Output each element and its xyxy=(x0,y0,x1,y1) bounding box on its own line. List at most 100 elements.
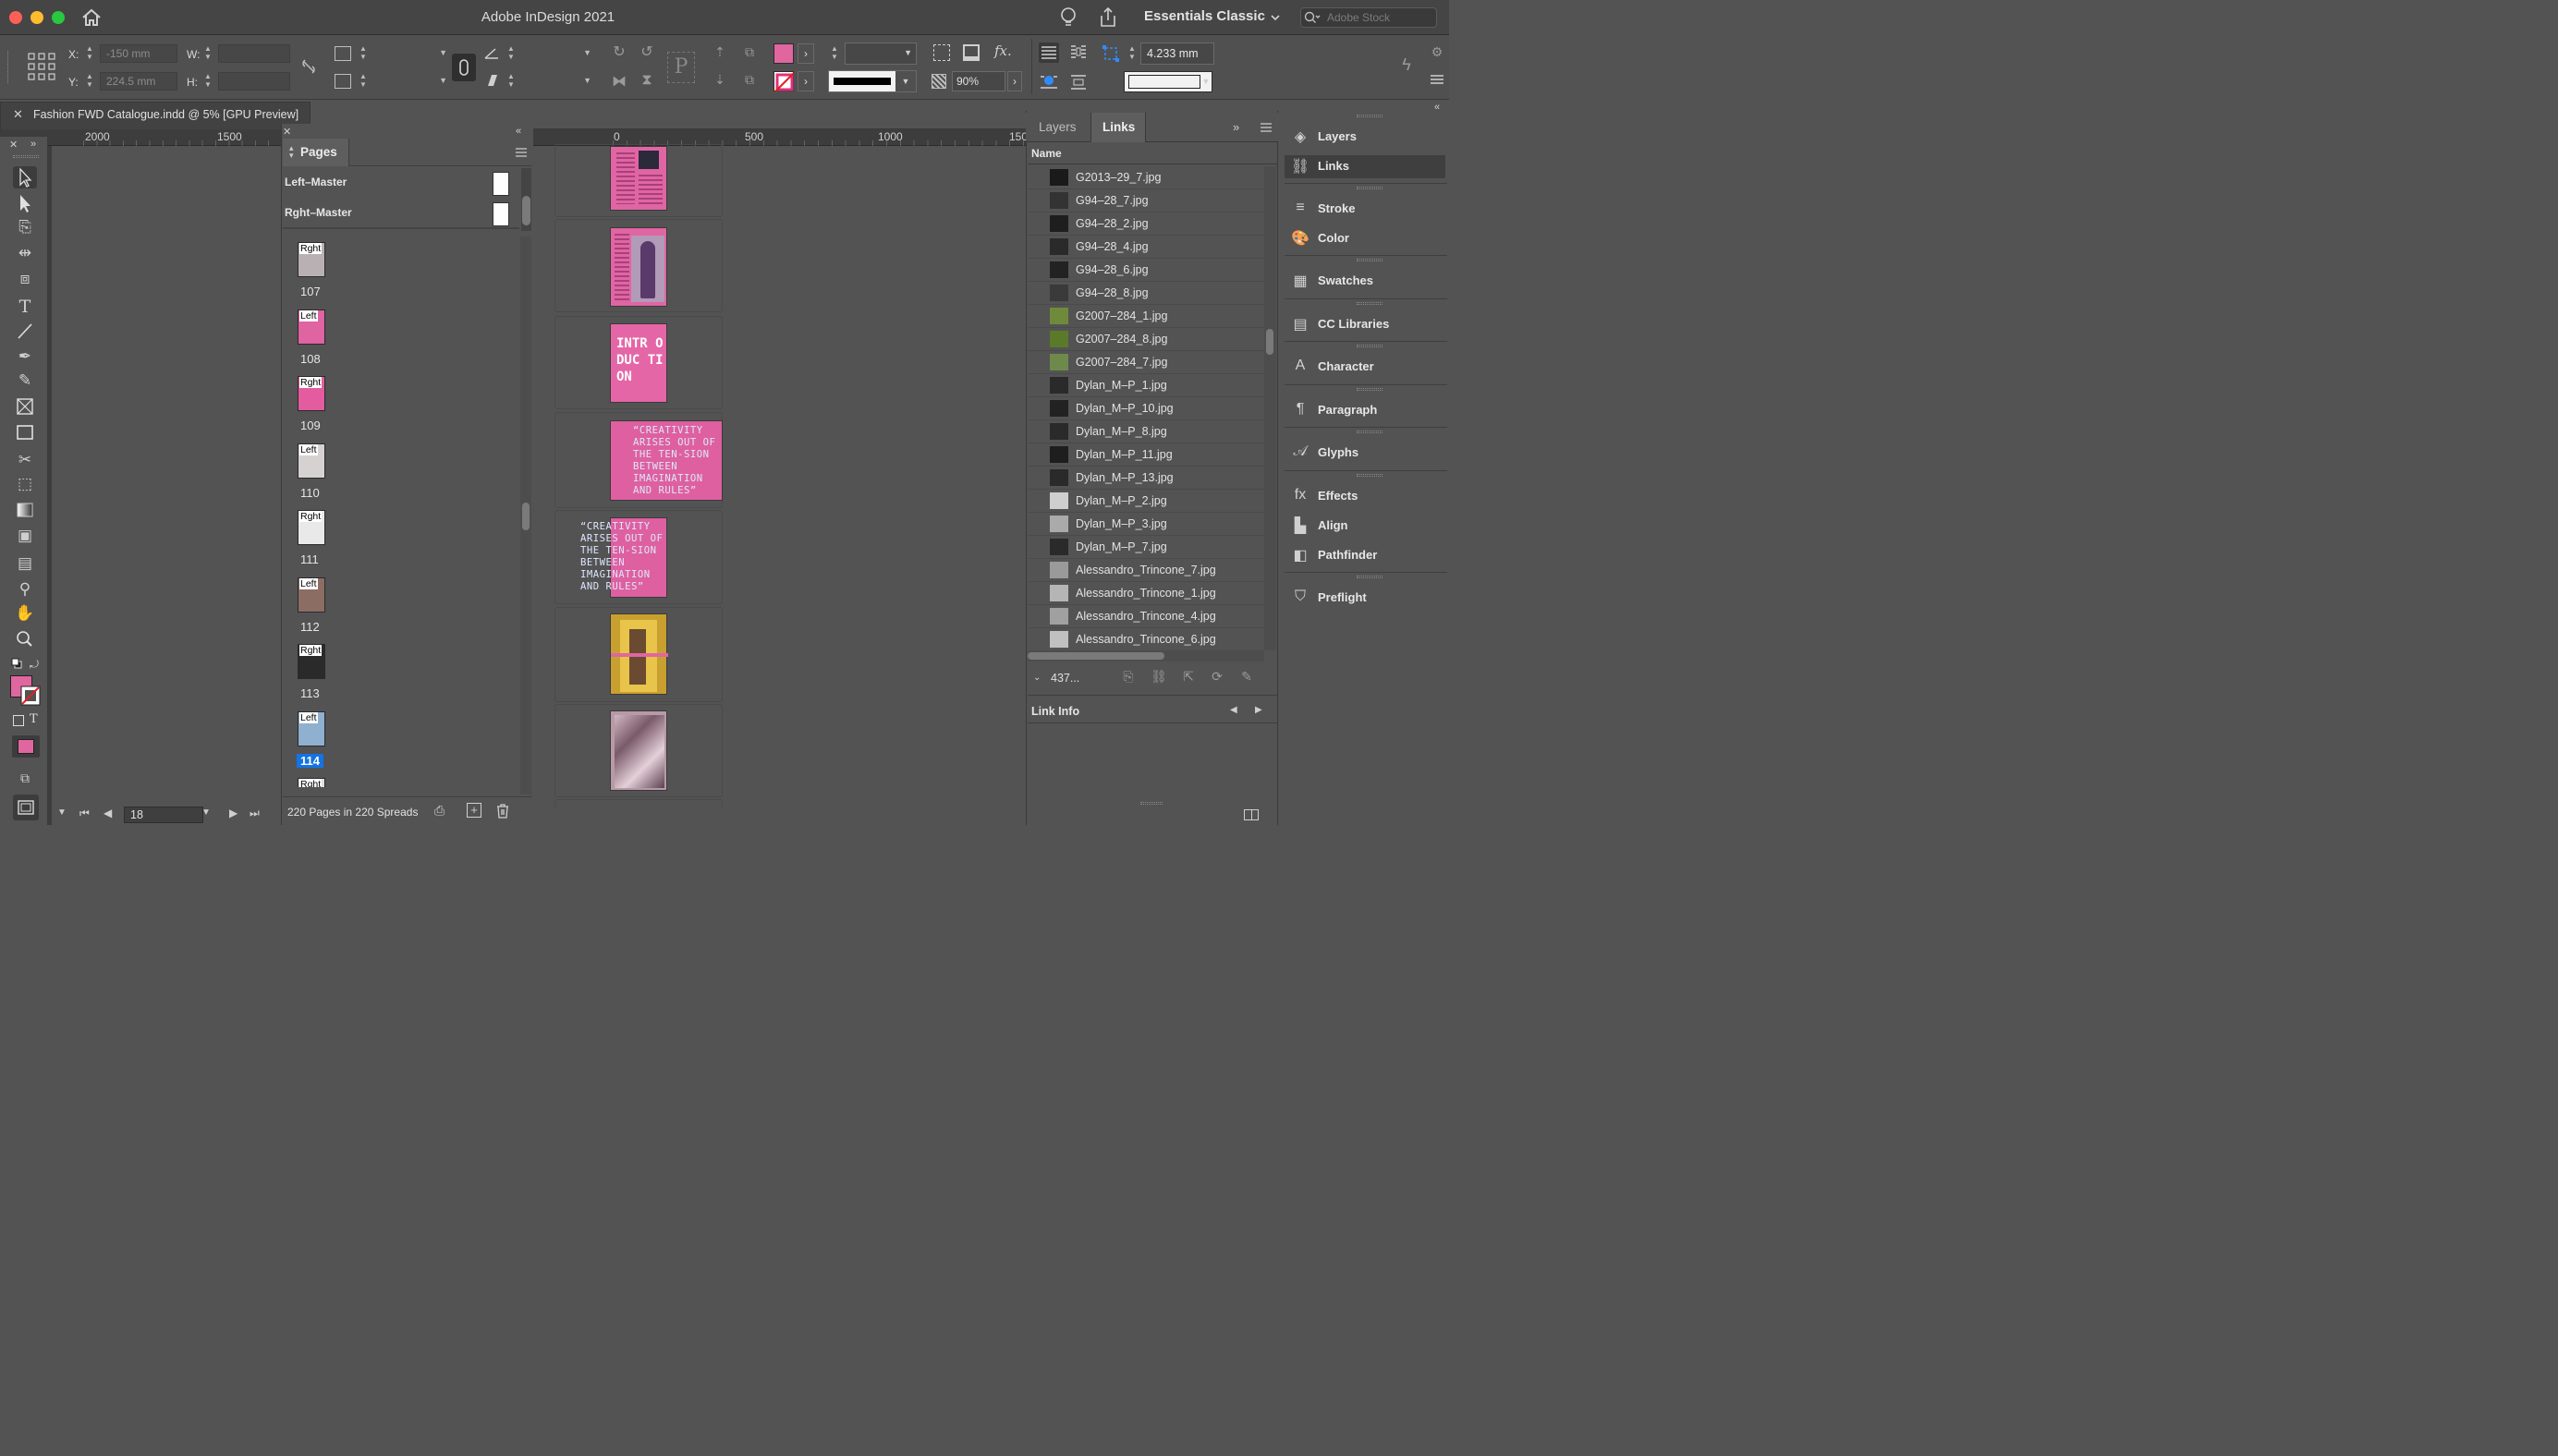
opacity-field[interactable]: 90% xyxy=(952,71,1005,91)
link-row[interactable]: G94–28_8.jpg xyxy=(1028,282,1264,305)
rotate-counterclockwise-icon[interactable]: ↺ xyxy=(638,42,656,63)
next-page-icon[interactable]: ▶ xyxy=(229,807,240,821)
first-page-icon[interactable]: ⏮ xyxy=(79,807,92,821)
rotate-stepper[interactable]: ▲ ▼ xyxy=(506,44,516,61)
pen-tool-icon[interactable]: ✒ xyxy=(13,346,37,368)
link-row[interactable]: Dylan_M–P_3.jpg xyxy=(1028,513,1264,536)
collapse-panel-icon[interactable]: « xyxy=(516,126,529,137)
formatting-text-icon[interactable]: T xyxy=(30,712,41,726)
page-thumbnail[interactable]: Left xyxy=(298,309,325,345)
last-page-icon[interactable]: ⏭ xyxy=(250,807,262,821)
link-row[interactable]: G2007–284_8.jpg xyxy=(1028,328,1264,351)
master-label[interactable]: Left–Master xyxy=(285,176,347,188)
dock-item-character[interactable]: A Character xyxy=(1285,356,1445,378)
page-thumbnail[interactable]: Rght xyxy=(298,644,325,679)
previous-link-icon[interactable]: ◀ xyxy=(1230,705,1239,718)
dock-item-layers[interactable]: ◈ Layers xyxy=(1285,126,1445,148)
y-field[interactable]: 224.5 mm xyxy=(100,72,177,91)
link-row[interactable]: G2007–284_1.jpg xyxy=(1028,305,1264,328)
link-row[interactable]: G2007–284_7.jpg xyxy=(1028,351,1264,374)
spread[interactable] xyxy=(554,799,723,808)
dock-item-effects[interactable]: fx Effects xyxy=(1285,485,1445,507)
formatting-container-icon[interactable] xyxy=(13,715,24,726)
w-stepper[interactable]: ▲ ▼ xyxy=(203,44,213,61)
rotate-angle-icon[interactable] xyxy=(484,46,499,59)
gradient-swatch-tool-icon[interactable] xyxy=(13,499,37,521)
apply-color-icon[interactable] xyxy=(12,735,40,758)
page-thumbnail[interactable] xyxy=(610,613,668,695)
gradient-feather-tool-icon[interactable]: ▣ xyxy=(13,525,37,547)
fill-swatch[interactable] xyxy=(773,43,794,64)
lightbulb-icon[interactable] xyxy=(1059,6,1078,29)
page-thumbnail[interactable]: Rght xyxy=(298,242,325,277)
scale-x-dropdown[interactable]: ▼ xyxy=(370,44,447,63)
dock-item-preflight[interactable]: ⛉ Preflight xyxy=(1285,587,1445,609)
hand-tool-icon[interactable]: ✋ xyxy=(13,602,37,625)
select-previous-icon[interactable]: ⇣ xyxy=(712,72,728,91)
scissors-tool-icon[interactable]: ✂ xyxy=(13,449,37,471)
dock-item-align[interactable]: ▙ Align xyxy=(1285,515,1445,537)
master-thumbnail[interactable] xyxy=(493,202,509,226)
link-row[interactable]: Alessandro_Trincone_1.jpg xyxy=(1028,582,1264,605)
page-thumbnail[interactable]: Rght xyxy=(298,510,325,545)
swap-colors-icon[interactable]: ⤾ xyxy=(30,658,41,671)
edit-original-icon[interactable]: ✎ xyxy=(1236,669,1257,687)
tab-collapse-icon[interactable]: ▴ ▾ xyxy=(289,144,297,160)
line-tool-icon[interactable] xyxy=(13,320,37,342)
panel-group-grip[interactable] xyxy=(1357,431,1383,433)
link-row[interactable]: Alessandro_Trincone_4.jpg xyxy=(1028,605,1264,628)
constrain-proportions-icon[interactable] xyxy=(299,57,318,76)
rectangle-frame-tool-icon[interactable] xyxy=(13,395,37,418)
panel-expand-icon[interactable]: » xyxy=(1233,120,1246,134)
gear-icon[interactable]: ⚙ xyxy=(1429,44,1445,61)
dock-item-pathfinder[interactable]: ◧ Pathfinder xyxy=(1285,544,1445,566)
flip-vertical-icon[interactable]: ⧗ xyxy=(638,72,656,92)
panel-group-grip[interactable] xyxy=(1357,115,1383,117)
free-transform-tool-icon[interactable]: ⬚ xyxy=(13,473,37,495)
link-row[interactable]: Dylan_M–P_7.jpg xyxy=(1028,536,1264,559)
dock-item-links[interactable]: ⛓ Links xyxy=(1285,155,1445,178)
page-item[interactable]: Rght xyxy=(283,778,338,787)
text-wrap-box-icon[interactable] xyxy=(1068,42,1089,63)
masters-scrollbar[interactable] xyxy=(521,168,531,231)
type-tool-icon[interactable]: T xyxy=(13,296,37,318)
trash-icon[interactable] xyxy=(495,803,510,819)
dock-item-glyphs[interactable]: 𝒜 Glyphs xyxy=(1285,442,1445,464)
opacity-icon[interactable] xyxy=(932,74,946,89)
x-field[interactable]: -150 mm xyxy=(100,44,177,63)
link-row[interactable]: G94–28_2.jpg xyxy=(1028,212,1264,236)
gap-tool-icon[interactable]: ⇹ xyxy=(13,242,37,264)
stroke-swatch[interactable] xyxy=(773,71,795,92)
chevron-down-icon[interactable] xyxy=(1270,13,1281,22)
master-label[interactable]: Rght–Master xyxy=(285,206,352,219)
stroke-size-stepper[interactable]: ▲ ▼ xyxy=(1127,44,1137,61)
close-tab-icon[interactable]: ✕ xyxy=(13,107,26,121)
new-page-icon[interactable]: + xyxy=(467,803,481,818)
stroke-color-swatch[interactable] xyxy=(20,686,41,706)
page-tool-icon[interactable]: ⎘ xyxy=(13,216,37,238)
rotate-dropdown[interactable]: ▼ xyxy=(518,44,591,63)
link-row[interactable]: Dylan_M–P_8.jpg xyxy=(1028,420,1264,443)
pencil-tool-icon[interactable]: ✎ xyxy=(13,370,37,392)
select-next-icon[interactable]: ⧉ xyxy=(739,72,760,91)
view-mode-icon[interactable] xyxy=(13,795,39,820)
screen-mode-icon[interactable]: ⧉ xyxy=(13,767,37,789)
zoom-tool-icon[interactable] xyxy=(13,628,37,650)
dock-item-color[interactable]: 🎨 Color xyxy=(1285,227,1445,249)
panel-group-grip[interactable] xyxy=(1357,259,1383,261)
master-thumbnail[interactable] xyxy=(493,172,509,196)
link-row[interactable]: G94–28_7.jpg xyxy=(1028,189,1264,212)
page-thumbnail[interactable]: Left xyxy=(298,443,325,479)
link-row[interactable]: Dylan_M–P_1.jpg xyxy=(1028,374,1264,397)
scale-x-stepper[interactable]: ▲ ▼ xyxy=(359,44,368,61)
link-row[interactable]: Alessandro_Trincone_6.jpg xyxy=(1028,628,1264,650)
rectangle-tool-icon[interactable] xyxy=(13,421,37,443)
page-thumbnail[interactable]: Rght xyxy=(298,778,325,787)
default-colors-icon[interactable] xyxy=(11,658,22,669)
page-item[interactable]: Rght 113 xyxy=(283,644,338,709)
page-thumbnail[interactable]: Left xyxy=(298,710,325,746)
edit-page-size-icon[interactable]: ⎙ xyxy=(434,803,451,819)
link-scale-icon[interactable] xyxy=(452,54,476,81)
workspace-switcher[interactable]: Essentials Classic xyxy=(1144,8,1265,24)
page-thumbnail[interactable] xyxy=(610,146,667,211)
